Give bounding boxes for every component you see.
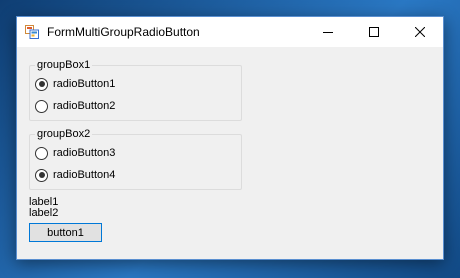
button-1[interactable]: button1: [29, 223, 102, 242]
maximize-button[interactable]: [351, 17, 397, 47]
radio-button-1[interactable]: radioButton1: [35, 76, 115, 92]
title-bar[interactable]: FormMultiGroupRadioButton: [17, 17, 443, 47]
radio-indicator[interactable]: [35, 99, 48, 113]
radio-button-4-label[interactable]: radioButton4: [53, 169, 115, 181]
group-box-1: groupBox1 radioButton1 radioButton2: [29, 59, 242, 121]
window-title: FormMultiGroupRadioButton: [47, 25, 200, 39]
radio-indicator[interactable]: [35, 168, 48, 182]
radio-button-2[interactable]: radioButton2: [35, 98, 115, 114]
form-app-icon: [25, 25, 39, 39]
group-box-2: groupBox2 radioButton3 radioButton4: [29, 128, 242, 190]
close-icon: [415, 27, 425, 37]
radio-button-3-label[interactable]: radioButton3: [53, 147, 115, 159]
radio-indicator[interactable]: [35, 77, 48, 91]
maximize-icon: [369, 27, 379, 37]
close-button[interactable]: [397, 17, 443, 47]
minimize-button[interactable]: [305, 17, 351, 47]
radio-button-1-label[interactable]: radioButton1: [53, 78, 115, 90]
group-box-1-title: groupBox1: [35, 59, 93, 72]
group-box-2-title: groupBox2: [35, 128, 93, 141]
radio-button-4[interactable]: radioButton4: [35, 167, 115, 183]
minimize-icon: [323, 32, 333, 33]
radio-indicator[interactable]: [35, 146, 48, 160]
form-window: FormMultiGroupRadioButton groupBox1 radi…: [16, 16, 444, 260]
radio-button-2-label[interactable]: radioButton2: [53, 100, 115, 112]
label-2: label2: [29, 207, 59, 219]
form-client-area: groupBox1 radioButton1 radioButton2 grou…: [17, 47, 443, 259]
radio-button-3[interactable]: radioButton3: [35, 145, 115, 161]
